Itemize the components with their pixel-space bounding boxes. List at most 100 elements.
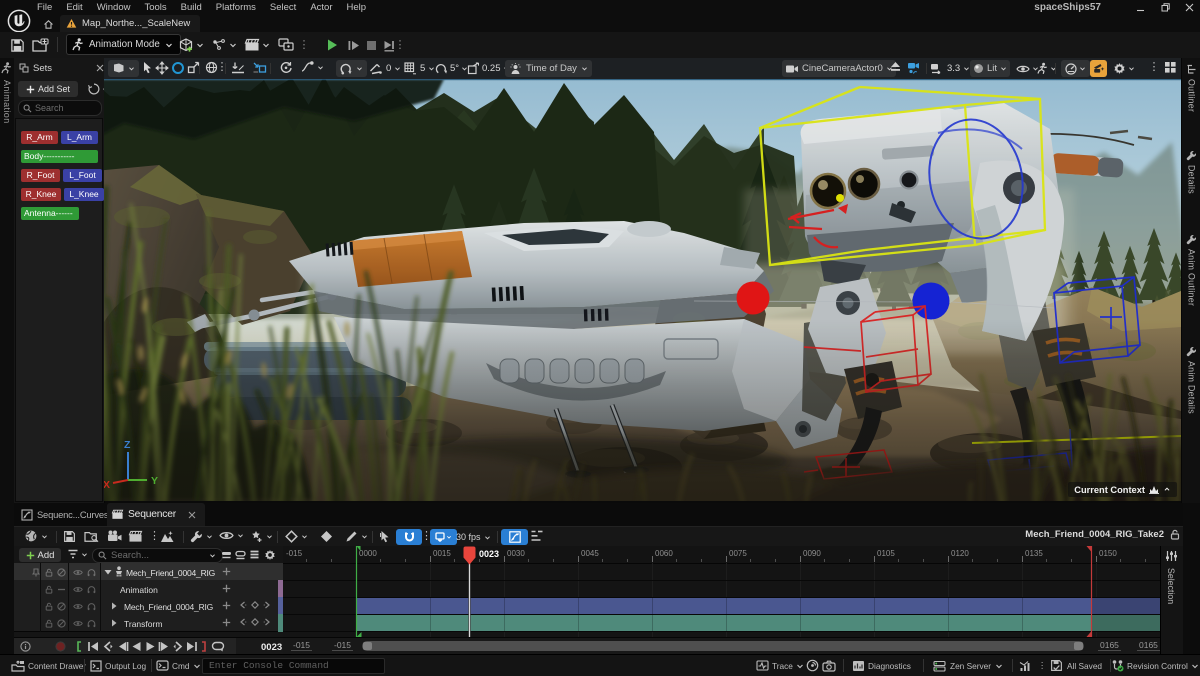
render-movie-icon[interactable] [128,530,143,543]
play-button[interactable] [322,34,342,56]
lock-icon[interactable] [45,602,53,611]
snap-toggle-button[interactable] [396,529,422,545]
menu-build[interactable]: Build [174,0,209,15]
set-pill-antenna[interactable]: Antenna------ [21,207,79,220]
spline-tool-dropdown[interactable] [300,61,324,73]
row-size-medium-icon[interactable] [235,550,246,560]
timeline-scrollbar[interactable] [362,641,1084,651]
lock-icon[interactable] [45,568,53,577]
screen-percentage-dropdown[interactable] [1061,60,1090,77]
add-key-icon[interactable] [251,618,259,626]
eye-icon[interactable] [73,603,83,610]
bracket-out-icon[interactable] [201,641,207,652]
add-actor-dropdown[interactable] [178,34,204,56]
viewport-overflow-dots[interactable]: ⋮ [1150,62,1158,73]
time-of-day-dropdown[interactable]: Time of Day [505,60,592,77]
menu-platforms[interactable]: Platforms [209,0,263,15]
track-filter-dropdown[interactable] [67,549,88,560]
working-range-start-field[interactable]: -015 [332,640,353,651]
browse-sequence-icon[interactable] [84,530,99,543]
key-all-button[interactable] [430,529,457,545]
add-section-plus-icon[interactable] [222,618,231,627]
eye-icon[interactable] [73,620,83,627]
level-tab[interactable]: Map_Northe..._ScaleNew [60,15,200,32]
actor-snap-icon[interactable] [250,61,268,74]
scale-snap-dropdown[interactable]: 0.25 [467,60,510,77]
add-key-icon[interactable] [251,601,259,609]
menu-select[interactable]: Select [263,0,303,15]
cinematics-dropdown[interactable] [243,34,270,56]
current-context-badge[interactable]: Current Context [1068,482,1177,497]
loop-mode-button[interactable] [211,641,226,652]
add-section-plus-icon[interactable] [222,567,231,576]
record-button[interactable] [55,641,66,652]
tab-outliner[interactable]: Outliner [1182,64,1200,112]
close-icon[interactable] [188,511,196,519]
sequencer-dots[interactable]: ⋮ [149,531,160,542]
prev-key-button[interactable] [102,641,114,652]
tab-sequencer[interactable]: Sequencer [107,503,205,526]
deactivate-icon[interactable] [57,602,66,611]
set-pill-l-arm[interactable]: L_Arm [61,131,98,144]
grid-snap-dropdown[interactable]: 5 [404,60,435,77]
scrollbar-left-grip[interactable] [363,642,372,650]
view-options-dropdown[interactable] [219,530,244,541]
sequencer-timeline[interactable]: -015 0000 0015 0030 0045 0060 0075 0090 … [283,546,1160,637]
menu-file[interactable]: File [30,0,59,15]
lock-icon[interactable] [1170,529,1180,540]
view-mode-dropdown[interactable]: Lit [970,60,1010,77]
view-range-start-field[interactable]: -015 [291,640,312,651]
expander-closed-icon[interactable] [111,602,117,610]
breadcrumb-tree-icon[interactable] [530,530,544,542]
scrollbar-right-grip[interactable] [1074,642,1083,650]
to-front-button[interactable] [87,641,99,652]
rotate-tool-icon[interactable] [170,61,186,75]
cinematic-viewport-button[interactable] [1090,60,1107,77]
insights-button[interactable] [1016,655,1035,676]
viewport-layout-icon[interactable] [1162,61,1179,74]
eject-camera-icon[interactable] [888,61,903,72]
sets-search-input[interactable]: Search [18,100,102,116]
revision-control-dropdown[interactable]: Revision Control [1108,655,1200,676]
viewport-options-dropdown[interactable] [108,60,139,77]
track-settings-gear-icon[interactable] [264,549,276,561]
expander-closed-icon[interactable] [111,619,117,627]
move-tool-icon[interactable] [154,61,170,75]
frame-skip-button[interactable] [344,34,362,56]
step-forward-button[interactable] [158,641,170,652]
save-icon[interactable] [8,34,26,56]
headphones-icon[interactable] [87,585,96,594]
play-overflow-dots[interactable]: ⋮ [396,34,404,56]
tab-anim-details[interactable]: Anim Details [1182,346,1200,414]
minimize-button[interactable] [1129,0,1151,15]
all-saved-button[interactable]: All Saved [1046,655,1106,676]
autokey-dropdown[interactable] [285,530,308,543]
diagnostics-button[interactable]: Diagnostics [848,655,915,676]
tab-anim-outliner[interactable]: Anim Outliner [1182,234,1200,306]
keyframe-diamond-icon[interactable] [320,530,333,543]
snap-rotator-dropdown[interactable] [336,60,367,77]
output-log-button[interactable]: Output Log [87,655,149,676]
restore-button[interactable] [1154,0,1176,15]
select-tool-icon[interactable] [140,61,154,74]
prev-key-icon[interactable] [239,601,247,609]
stop-button[interactable] [362,34,380,56]
row-size-small-icon[interactable] [221,550,232,560]
set-pill-l-knee[interactable]: L_Knee [64,188,104,201]
blueprints-dropdown[interactable] [211,34,237,56]
curve-editor-button[interactable] [501,529,528,545]
deactivate-icon[interactable] [57,568,66,577]
expander-open-icon[interactable] [104,569,112,575]
trace-dropdown[interactable]: Trace [752,655,808,676]
home-button[interactable] [40,17,57,31]
next-key-icon[interactable] [263,618,271,626]
tab-details[interactable]: Details [1182,150,1200,194]
track-row-transform[interactable]: Transform [14,614,283,632]
menu-edit[interactable]: Edit [59,0,89,15]
prev-key-icon[interactable] [239,618,247,626]
animation-panel-tab[interactable]: Animation [2,80,12,124]
close-icon[interactable] [96,64,104,72]
eye-icon[interactable] [73,586,83,593]
edit-mode-dropdown[interactable] [345,530,368,543]
console-command-input[interactable]: Enter Console Command [202,658,385,674]
